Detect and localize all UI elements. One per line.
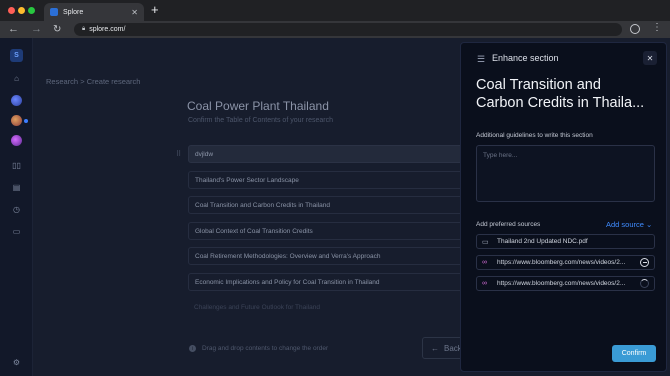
history-icon[interactable]: ◷ [10, 203, 23, 216]
add-source-label: Add source [606, 220, 644, 229]
link-icon: ∞ [482, 259, 487, 266]
page-subtitle: Confirm the Table of Contents of your re… [188, 117, 334, 124]
toc-row[interactable]: Thailand's Power Sector Landscape [188, 171, 478, 189]
drag-hint: i Drag and drop contents to change the o… [189, 345, 328, 352]
source-label: https://www.bloomberg.com/news/videos/2.… [497, 259, 626, 266]
breadcrumb-current: Create research [86, 77, 141, 86]
source-item-link[interactable]: ∞ https://www.bloomberg.com/news/videos/… [476, 276, 655, 291]
browser-toolbar: ← → ↻ 🔒︎ splore.com/ ⋮ [0, 21, 670, 38]
drag-handle-icon[interactable]: ⠿ [176, 150, 181, 158]
confirm-button[interactable]: Confirm [612, 345, 656, 362]
lock-icon: 🔒︎ [82, 26, 86, 32]
source-label: https://www.bloomberg.com/news/videos/2.… [497, 280, 626, 287]
url-text: splore.com/ [89, 26, 126, 33]
toc-row[interactable]: Challenges and Future Outlook for Thaila… [188, 298, 478, 316]
forward-icon[interactable]: → [31, 23, 42, 36]
settings-icon[interactable]: ⚙ [10, 356, 23, 369]
link-icon: ∞ [482, 280, 487, 287]
back-arrow-icon: ← [431, 343, 439, 353]
section-heading: Coal Transition and Carbon Credits in Th… [476, 76, 662, 112]
browser-tab[interactable]: Splore ✕ [44, 3, 144, 21]
user-avatar[interactable] [11, 115, 22, 126]
home-icon[interactable]: ⌂ [10, 72, 23, 85]
breadcrumb-separator: > [80, 77, 85, 86]
sources-label: Add preferred sources [476, 221, 541, 228]
source-item-link[interactable]: ∞ https://www.bloomberg.com/news/videos/… [476, 255, 655, 270]
chat-icon[interactable]: ▭ [10, 225, 23, 238]
tab-close-icon[interactable]: ✕ [131, 8, 138, 17]
breadcrumb: Research > Create research [46, 77, 140, 86]
profile-icon[interactable] [630, 24, 640, 34]
agent-avatar[interactable] [11, 135, 22, 146]
new-tab-icon[interactable]: + [151, 3, 159, 17]
loading-spinner-icon [640, 279, 649, 288]
source-item-file[interactable]: ▭ Thailand 2nd Updated NDC.pdf [476, 234, 655, 249]
sliders-icon: ☰ [477, 54, 486, 64]
window-maximize-dot[interactable] [28, 7, 35, 14]
reload-icon[interactable]: ↻ [53, 23, 61, 36]
library-icon[interactable]: ▯▯ [10, 159, 23, 172]
workspace-avatar[interactable] [11, 95, 22, 106]
window-minimize-dot[interactable] [18, 7, 25, 14]
info-icon: i [189, 345, 196, 352]
toc-row[interactable]: Coal Retirement Methodologies: Overview … [188, 247, 478, 265]
page-title: Coal Power Plant Thailand [187, 99, 329, 113]
toc-row[interactable]: dvjldw [188, 145, 478, 163]
section-heading-line-2: Carbon Credits in Thaila... [476, 95, 645, 111]
browser-tab-bar: Splore ✕ + [0, 0, 670, 21]
guidelines-textarea[interactable]: Type here... [476, 145, 655, 202]
back-icon[interactable]: ← [8, 23, 19, 36]
toc-row[interactable]: Coal Transition and Carbon Credits in Th… [188, 196, 478, 214]
browser-menu-icon[interactable]: ⋮ [652, 22, 662, 33]
address-bar[interactable]: 🔒︎ splore.com/ [74, 23, 622, 36]
drag-hint-text: Drag and drop contents to change the ord… [202, 345, 329, 352]
splore-favicon-icon [50, 8, 58, 16]
document-icon[interactable]: ▤ [10, 181, 23, 194]
splore-logo-icon[interactable]: S [10, 49, 23, 62]
guidelines-label: Additional guidelines to write this sect… [476, 132, 593, 139]
window-close-dot[interactable] [8, 7, 15, 14]
close-icon[interactable]: ✕ [643, 51, 657, 65]
notification-dot [24, 119, 28, 123]
remove-source-icon[interactable] [640, 258, 649, 267]
tab-title: Splore [63, 8, 84, 16]
toc-row[interactable]: Global Context of Coal Transition Credit… [188, 222, 478, 240]
section-heading-line-1: Coal Transition and [476, 77, 601, 93]
app-sidebar: S ⌂ ▯▯ ▤ ◷ ▭ ⚙ [0, 38, 33, 376]
panel-title: Enhance section [492, 53, 559, 63]
enhance-section-panel: ☰ Enhance section ✕ Coal Transition and … [460, 42, 667, 372]
breadcrumb-research[interactable]: Research [46, 77, 78, 86]
add-source-button[interactable]: Add source ⌄ [606, 220, 652, 229]
source-label: Thailand 2nd Updated NDC.pdf [497, 238, 588, 245]
toc-row[interactable]: Economic Implications and Policy for Coa… [188, 273, 478, 291]
folder-icon: ▭ [482, 238, 489, 246]
chevron-down-icon: ⌄ [646, 220, 653, 229]
